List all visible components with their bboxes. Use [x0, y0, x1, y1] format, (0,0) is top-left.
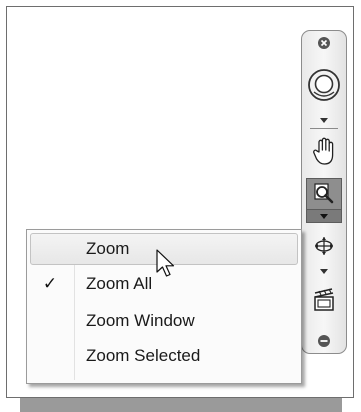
- close-icon: [318, 37, 330, 49]
- window-shadow: [20, 398, 342, 412]
- menu-item-label: Zoom All: [86, 274, 153, 293]
- menu-item-label: Zoom Window: [86, 311, 195, 330]
- settings-circle-icon: [318, 335, 330, 347]
- triangle-down-icon: [320, 213, 328, 219]
- menu-item-label: Zoom: [86, 239, 130, 258]
- zoom-button[interactable]: [306, 178, 342, 210]
- showmotion-icon: [314, 288, 334, 311]
- orbit-dropdown[interactable]: [302, 265, 346, 277]
- checkmark-icon: ✓: [42, 274, 58, 293]
- menu-item-label: Zoom Selected: [86, 346, 201, 365]
- steering-wheel-button[interactable]: [302, 65, 346, 105]
- showmotion-button[interactable]: [302, 283, 346, 317]
- orbit-icon: [315, 237, 333, 255]
- pan-hand-icon: [313, 137, 334, 165]
- pan-button[interactable]: [302, 133, 346, 169]
- navbar-settings-button[interactable]: [302, 333, 346, 349]
- mouse-pointer-icon: [156, 249, 175, 277]
- triangle-down-icon: [320, 117, 328, 123]
- menu-item-zoom-window[interactable]: Zoom Window: [30, 305, 298, 337]
- navbar-separator: [310, 128, 338, 129]
- orbit-button[interactable]: [302, 231, 346, 261]
- navbar-close-button[interactable]: [302, 35, 346, 51]
- zoom-dropdown-button[interactable]: [306, 210, 342, 223]
- triangle-down-icon: [320, 268, 328, 274]
- zoom-magnifier-icon: [314, 183, 334, 204]
- steering-wheel-dropdown[interactable]: [302, 113, 346, 127]
- navigation-bar: [301, 30, 347, 354]
- steering-wheel-icon: [308, 69, 340, 101]
- menu-item-zoom-selected[interactable]: Zoom Selected: [30, 340, 298, 372]
